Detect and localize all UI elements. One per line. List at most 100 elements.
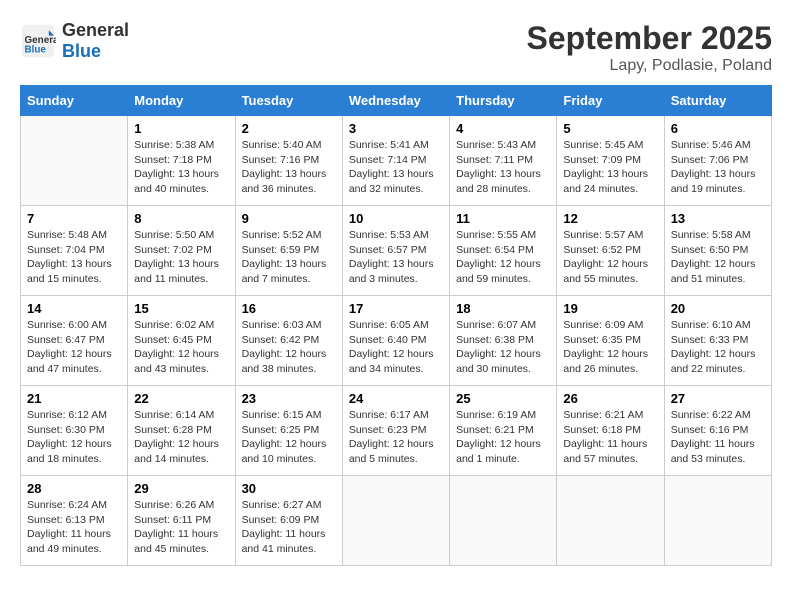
day-number: 13 <box>671 211 765 226</box>
weekday-header-tuesday: Tuesday <box>235 86 342 116</box>
logo-icon: General Blue <box>20 23 56 59</box>
week-row-2: 7 Sunrise: 5:48 AM Sunset: 7:04 PM Daylig… <box>21 206 772 296</box>
day-number: 15 <box>134 301 228 316</box>
day-number: 29 <box>134 481 228 496</box>
day-info: Sunrise: 6:09 AM Sunset: 6:35 PM Dayligh… <box>563 318 657 377</box>
day-info: Sunrise: 6:07 AM Sunset: 6:38 PM Dayligh… <box>456 318 550 377</box>
day-number: 6 <box>671 121 765 136</box>
calendar-cell: 7 Sunrise: 5:48 AM Sunset: 7:04 PM Daylig… <box>21 206 128 296</box>
calendar-cell: 10Sunrise: 5:53 AM Sunset: 6:57 PM Dayli… <box>342 206 449 296</box>
day-info: Sunrise: 5:50 AM Sunset: 7:02 PM Dayligh… <box>134 228 228 287</box>
day-info: Sunrise: 5:43 AM Sunset: 7:11 PM Dayligh… <box>456 138 550 197</box>
weekday-header-sunday: Sunday <box>21 86 128 116</box>
calendar-cell <box>557 476 664 566</box>
calendar-cell <box>664 476 771 566</box>
day-info: Sunrise: 5:40 AM Sunset: 7:16 PM Dayligh… <box>242 138 336 197</box>
day-number: 3 <box>349 121 443 136</box>
calendar-cell: 20 Sunrise: 6:10 AM Sunset: 6:33 PM Dayli… <box>664 296 771 386</box>
day-number: 19 <box>563 301 657 316</box>
calendar-cell: 21 Sunrise: 6:12 AM Sunset: 6:30 PM Dayli… <box>21 386 128 476</box>
calendar-cell: 2Sunrise: 5:40 AM Sunset: 7:16 PM Daylig… <box>235 116 342 206</box>
day-number: 21 <box>27 391 121 406</box>
weekday-header-thursday: Thursday <box>450 86 557 116</box>
day-info: Sunrise: 6:02 AM Sunset: 6:45 PM Dayligh… <box>134 318 228 377</box>
day-info: Sunrise: 5:58 AM Sunset: 6:50 PM Dayligh… <box>671 228 765 287</box>
calendar-cell: 15 Sunrise: 6:02 AM Sunset: 6:45 PM Dayli… <box>128 296 235 386</box>
day-number: 16 <box>242 301 336 316</box>
calendar-cell: 28Sunrise: 6:24 AM Sunset: 6:13 PM Dayli… <box>21 476 128 566</box>
day-number: 4 <box>456 121 550 136</box>
calendar-cell: 25 Sunrise: 6:19 AM Sunset: 6:21 PM Dayli… <box>450 386 557 476</box>
week-row-3: 14 Sunrise: 6:00 AM Sunset: 6:47 PM Dayli… <box>21 296 772 386</box>
calendar-cell: 16Sunrise: 6:03 AM Sunset: 6:42 PM Dayli… <box>235 296 342 386</box>
calendar-cell: 6 Sunrise: 5:46 AM Sunset: 7:06 PM Daylig… <box>664 116 771 206</box>
day-number: 26 <box>563 391 657 406</box>
day-info: Sunrise: 5:53 AM Sunset: 6:57 PM Dayligh… <box>349 228 443 287</box>
calendar-cell: 5Sunrise: 5:45 AM Sunset: 7:09 PM Daylig… <box>557 116 664 206</box>
calendar-cell: 14 Sunrise: 6:00 AM Sunset: 6:47 PM Dayli… <box>21 296 128 386</box>
calendar-cell: 27 Sunrise: 6:22 AM Sunset: 6:16 PM Dayli… <box>664 386 771 476</box>
weekday-header-monday: Monday <box>128 86 235 116</box>
calendar-cell: 23 Sunrise: 6:15 AM Sunset: 6:25 PM Dayli… <box>235 386 342 476</box>
day-info: Sunrise: 6:05 AM Sunset: 6:40 PM Dayligh… <box>349 318 443 377</box>
day-number: 17 <box>349 301 443 316</box>
day-number: 14 <box>27 301 121 316</box>
svg-text:Blue: Blue <box>25 45 47 56</box>
day-info: Sunrise: 6:26 AM Sunset: 6:11 PM Dayligh… <box>134 498 228 557</box>
day-info: Sunrise: 6:22 AM Sunset: 6:16 PM Dayligh… <box>671 408 765 467</box>
day-info: Sunrise: 5:41 AM Sunset: 7:14 PM Dayligh… <box>349 138 443 197</box>
day-number: 30 <box>242 481 336 496</box>
day-number: 9 <box>242 211 336 226</box>
calendar-cell: 11Sunrise: 5:55 AM Sunset: 6:54 PM Dayli… <box>450 206 557 296</box>
calendar-cell: 17 Sunrise: 6:05 AM Sunset: 6:40 PM Dayli… <box>342 296 449 386</box>
day-info: Sunrise: 6:21 AM Sunset: 6:18 PM Dayligh… <box>563 408 657 467</box>
day-info: Sunrise: 6:15 AM Sunset: 6:25 PM Dayligh… <box>242 408 336 467</box>
day-number: 1 <box>134 121 228 136</box>
calendar-cell: 9 Sunrise: 5:52 AM Sunset: 6:59 PM Daylig… <box>235 206 342 296</box>
day-number: 25 <box>456 391 550 406</box>
calendar-cell <box>21 116 128 206</box>
day-info: Sunrise: 5:52 AM Sunset: 6:59 PM Dayligh… <box>242 228 336 287</box>
day-number: 18 <box>456 301 550 316</box>
day-info: Sunrise: 6:14 AM Sunset: 6:28 PM Dayligh… <box>134 408 228 467</box>
day-number: 11 <box>456 211 550 226</box>
day-number: 20 <box>671 301 765 316</box>
logo: General Blue General Blue <box>20 20 129 62</box>
calendar-cell: 18 Sunrise: 6:07 AM Sunset: 6:38 PM Dayli… <box>450 296 557 386</box>
day-info: Sunrise: 6:10 AM Sunset: 6:33 PM Dayligh… <box>671 318 765 377</box>
calendar-cell <box>450 476 557 566</box>
weekday-header-friday: Friday <box>557 86 664 116</box>
day-info: Sunrise: 6:00 AM Sunset: 6:47 PM Dayligh… <box>27 318 121 377</box>
day-info: Sunrise: 5:45 AM Sunset: 7:09 PM Dayligh… <box>563 138 657 197</box>
day-number: 7 <box>27 211 121 226</box>
title-block: September 2025 Lapy, Podlasie, Poland <box>527 20 772 75</box>
calendar-header: SundayMondayTuesdayWednesdayThursdayFrid… <box>21 86 772 116</box>
day-info: Sunrise: 6:19 AM Sunset: 6:21 PM Dayligh… <box>456 408 550 467</box>
month-year-title: September 2025 <box>527 20 772 57</box>
week-row-4: 21 Sunrise: 6:12 AM Sunset: 6:30 PM Dayli… <box>21 386 772 476</box>
calendar-cell: 29 Sunrise: 6:26 AM Sunset: 6:11 PM Dayli… <box>128 476 235 566</box>
calendar-cell: 24Sunrise: 6:17 AM Sunset: 6:23 PM Dayli… <box>342 386 449 476</box>
page-header: General Blue General Blue September 2025… <box>20 20 772 75</box>
day-number: 27 <box>671 391 765 406</box>
calendar-cell: 4 Sunrise: 5:43 AM Sunset: 7:11 PM Daylig… <box>450 116 557 206</box>
calendar-body: 1 Sunrise: 5:38 AM Sunset: 7:18 PM Daylig… <box>21 116 772 566</box>
day-info: Sunrise: 6:27 AM Sunset: 6:09 PM Dayligh… <box>242 498 336 557</box>
calendar-cell: 26 Sunrise: 6:21 AM Sunset: 6:18 PM Dayli… <box>557 386 664 476</box>
day-info: Sunrise: 6:12 AM Sunset: 6:30 PM Dayligh… <box>27 408 121 467</box>
day-number: 8 <box>134 211 228 226</box>
day-info: Sunrise: 5:38 AM Sunset: 7:18 PM Dayligh… <box>134 138 228 197</box>
day-info: Sunrise: 5:46 AM Sunset: 7:06 PM Dayligh… <box>671 138 765 197</box>
calendar-cell: 30 Sunrise: 6:27 AM Sunset: 6:09 PM Dayli… <box>235 476 342 566</box>
calendar-table: SundayMondayTuesdayWednesdayThursdayFrid… <box>20 85 772 566</box>
calendar-cell <box>342 476 449 566</box>
day-info: Sunrise: 5:48 AM Sunset: 7:04 PM Dayligh… <box>27 228 121 287</box>
week-row-5: 28Sunrise: 6:24 AM Sunset: 6:13 PM Dayli… <box>21 476 772 566</box>
logo-blue: Blue <box>62 41 129 62</box>
calendar-cell: 1 Sunrise: 5:38 AM Sunset: 7:18 PM Daylig… <box>128 116 235 206</box>
calendar-cell: 8 Sunrise: 5:50 AM Sunset: 7:02 PM Daylig… <box>128 206 235 296</box>
day-info: Sunrise: 6:17 AM Sunset: 6:23 PM Dayligh… <box>349 408 443 467</box>
day-number: 23 <box>242 391 336 406</box>
day-number: 28 <box>27 481 121 496</box>
weekday-header-row: SundayMondayTuesdayWednesdayThursdayFrid… <box>21 86 772 116</box>
